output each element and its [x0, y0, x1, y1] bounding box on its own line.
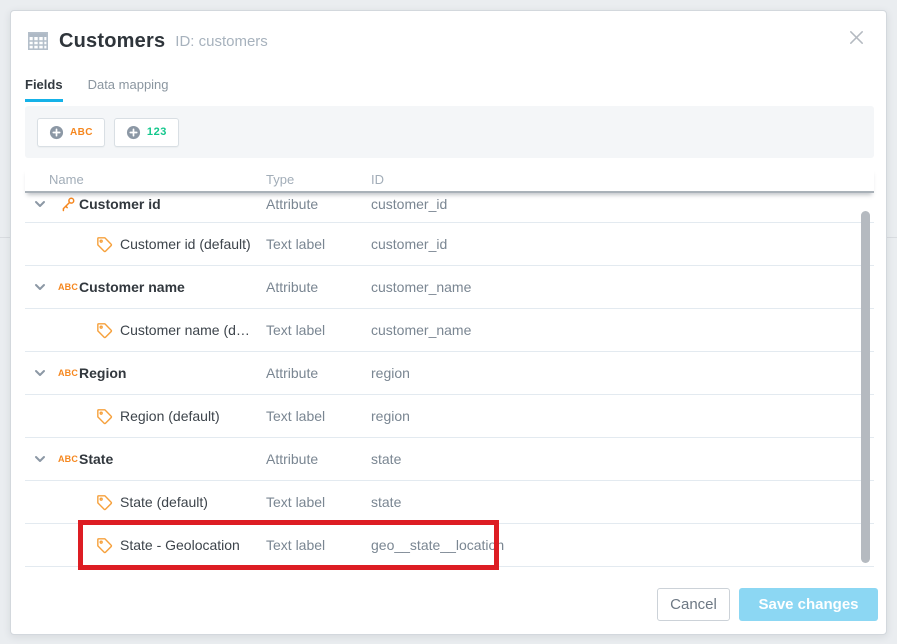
- table-row[interactable]: Customer name (d… Text labelcustomer_name: [25, 309, 874, 352]
- field-id: customer_name: [371, 279, 874, 295]
- field-name-cell: Customer id: [25, 196, 266, 212]
- label-name: Region (default): [120, 408, 220, 424]
- abc-attribute-icon: ABC: [57, 282, 79, 292]
- column-header-name: Name: [25, 172, 266, 187]
- field-name-cell: State (default): [25, 494, 266, 511]
- field-type: Text label: [266, 408, 371, 424]
- add-attribute-button[interactable]: ABC: [37, 118, 105, 147]
- field-type: Attribute: [266, 196, 371, 212]
- abc-attribute-icon: ABC: [57, 368, 79, 378]
- attribute-name: Customer name: [79, 279, 185, 295]
- dialog-subtitle: ID: customers: [175, 33, 268, 50]
- table-row[interactable]: Customer id (default) Text labelcustomer_…: [25, 223, 874, 266]
- abc-attribute-icon: ABC: [57, 454, 79, 464]
- label-name: State - Geolocation: [120, 537, 240, 553]
- label-name: Customer name (d…: [120, 322, 250, 338]
- chevron-down-icon[interactable]: [33, 366, 47, 380]
- field-id: region: [371, 365, 874, 381]
- tag-icon: [94, 236, 114, 253]
- field-type: Text label: [266, 537, 371, 553]
- attribute-name: State: [79, 451, 113, 467]
- dialog-title: Customers: [59, 30, 165, 53]
- table-row[interactable]: ABCStateAttributestate: [25, 438, 874, 481]
- field-name-cell: State - Geolocation: [25, 537, 266, 554]
- field-id: state: [371, 494, 874, 510]
- field-id: customer_id: [371, 196, 874, 212]
- field-id: customer_name: [371, 322, 874, 338]
- cancel-button[interactable]: Cancel: [657, 588, 730, 621]
- field-type: Text label: [266, 322, 371, 338]
- dialog-footer: Cancel Save changes: [657, 588, 878, 621]
- customers-dataset-dialog: Customers ID: customers Fields Data mapp…: [10, 10, 887, 635]
- field-id: customer_id: [371, 236, 874, 252]
- dataset-table-icon: [26, 29, 50, 53]
- close-icon[interactable]: [844, 25, 868, 49]
- field-id: region: [371, 408, 874, 424]
- label-name: Customer id (default): [120, 236, 251, 252]
- tag-icon: [94, 494, 114, 511]
- table-row[interactable]: ABCRegionAttributeregion: [25, 352, 874, 395]
- field-name-cell: ABCCustomer name: [25, 279, 266, 295]
- field-id: geo__state__location: [371, 537, 874, 553]
- attribute-name: Region: [79, 365, 126, 381]
- field-type: Attribute: [266, 451, 371, 467]
- tag-icon: [94, 408, 114, 425]
- field-type: Text label: [266, 494, 371, 510]
- field-name-cell: Region (default): [25, 408, 266, 425]
- add-fact-label: 123: [147, 126, 167, 138]
- column-header-id: ID: [371, 172, 874, 187]
- table-row[interactable]: State (default) Text labelstate: [25, 481, 874, 524]
- table-row[interactable]: State - Geolocation Text labelgeo__state_…: [25, 524, 874, 567]
- vertical-scrollbar-thumb[interactable]: [861, 211, 870, 563]
- column-header-type: Type: [266, 172, 371, 187]
- table-row[interactable]: Customer id Attributecustomer_id: [25, 193, 874, 223]
- table-row[interactable]: Region (default) Text labelregion: [25, 395, 874, 438]
- add-fact-button[interactable]: 123: [114, 118, 179, 147]
- dialog-header: Customers ID: customers: [26, 29, 268, 53]
- tab-fields[interactable]: Fields: [25, 77, 63, 102]
- attribute-name: Customer id: [79, 196, 161, 212]
- table-header: Name Type ID: [25, 168, 874, 193]
- tab-data-mapping[interactable]: Data mapping: [88, 77, 169, 102]
- chevron-down-icon[interactable]: [33, 280, 47, 294]
- table-row[interactable]: ABCCustomer nameAttributecustomer_name: [25, 266, 874, 309]
- field-name-cell: ABCRegion: [25, 365, 266, 381]
- field-type: Attribute: [266, 279, 371, 295]
- add-field-toolbar: ABC 123: [25, 106, 874, 158]
- plus-circle-icon: [49, 125, 64, 140]
- field-id: state: [371, 451, 874, 467]
- chevron-down-icon[interactable]: [33, 197, 47, 211]
- label-name: State (default): [120, 494, 208, 510]
- field-type: Text label: [266, 236, 371, 252]
- field-name-cell: Customer id (default): [25, 236, 266, 253]
- plus-circle-icon: [126, 125, 141, 140]
- fields-table: Customer idAttributecustomer_idCustomer …: [25, 193, 874, 571]
- chevron-down-icon[interactable]: [33, 452, 47, 466]
- field-type: Attribute: [266, 365, 371, 381]
- save-changes-button[interactable]: Save changes: [739, 588, 878, 621]
- tag-icon: [94, 537, 114, 554]
- field-name-cell: Customer name (d…: [25, 322, 266, 339]
- field-name-cell: ABCState: [25, 451, 266, 467]
- tag-icon: [94, 322, 114, 339]
- add-attribute-label: ABC: [70, 127, 93, 138]
- key-icon: [57, 196, 79, 212]
- tab-bar: Fields Data mapping: [25, 77, 194, 102]
